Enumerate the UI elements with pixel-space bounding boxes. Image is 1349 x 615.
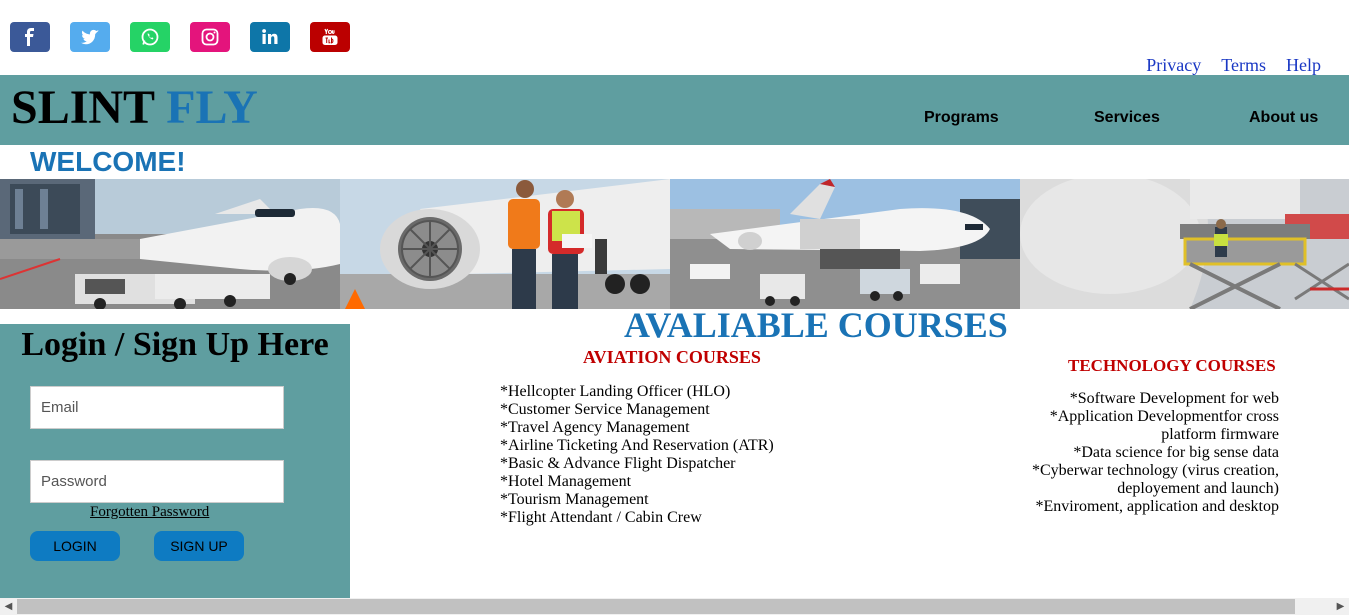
privacy-link[interactable]: Privacy <box>1146 55 1201 76</box>
facebook-button[interactable] <box>10 22 50 52</box>
youtube-icon <box>322 28 338 45</box>
aviation-course-list: *Hellcopter Landing Officer (HLO) *Custo… <box>500 383 774 527</box>
list-item: *Enviroment, application and desktop <box>1035 498 1280 515</box>
banner-image-plane-loading <box>670 179 1020 309</box>
list-item: *Application Developmentfor cross platfo… <box>1049 408 1279 443</box>
login-button[interactable]: LOGIN <box>30 531 120 561</box>
list-item: *Travel Agency Management <box>500 419 690 436</box>
login-panel: Login / Sign Up Here Forgotten Password … <box>0 324 350 598</box>
nav-services[interactable]: Services <box>1094 109 1160 127</box>
banner-image-plane-gate <box>0 179 340 309</box>
logo-part-1: SLINT <box>11 81 155 134</box>
whatsapp-icon <box>141 28 159 46</box>
email-field[interactable] <box>30 386 284 429</box>
aviation-courses-title: AVIATION COURSES <box>583 347 761 367</box>
terms-link[interactable]: Terms <box>1221 55 1266 76</box>
horizontal-scrollbar[interactable]: ◀ ▶ <box>0 598 1349 615</box>
instagram-button[interactable] <box>190 22 230 52</box>
logo-part-2: FLY <box>166 81 258 134</box>
top-links: Privacy Terms Help <box>1146 55 1321 76</box>
courses-title: AVALIABLE COURSES <box>624 305 1008 345</box>
scrollbar-thumb[interactable] <box>17 599 1295 614</box>
linkedin-icon <box>262 29 278 44</box>
scroll-right-icon[interactable]: ▶ <box>1332 598 1349 615</box>
technology-course-list: *Software Development for web *Applicati… <box>1019 390 1279 516</box>
whatsapp-button[interactable] <box>130 22 170 52</box>
list-item: *Data science for big sense data <box>1073 444 1279 461</box>
social-icons <box>10 22 350 52</box>
list-item: *Software Development for web <box>1069 390 1279 407</box>
banner-images <box>0 179 1349 309</box>
welcome-heading: WELCOME! <box>30 146 186 177</box>
login-title: Login / Sign Up Here <box>21 326 329 363</box>
facebook-icon <box>25 28 34 46</box>
site-logo[interactable]: SLINT FLY <box>11 80 258 135</box>
linkedin-button[interactable] <box>250 22 290 52</box>
nav-about-us[interactable]: About us <box>1249 109 1318 127</box>
youtube-button[interactable] <box>310 22 350 52</box>
scroll-left-icon[interactable]: ◀ <box>0 598 17 615</box>
list-item: *Basic & Advance Flight Dispatcher <box>500 455 736 472</box>
instagram-icon <box>201 28 219 46</box>
list-item: *Hellcopter Landing Officer (HLO) <box>500 383 731 400</box>
twitter-button[interactable] <box>70 22 110 52</box>
header-bar: SLINT FLY Programs Services About us <box>0 75 1349 145</box>
signup-button[interactable]: SIGN UP <box>154 531 244 561</box>
list-item: *Airline Ticketing And Reservation (ATR) <box>500 437 774 454</box>
list-item: *Cyberwar technology (virus creation, de… <box>1031 462 1279 497</box>
technology-courses-title: TECHNOLOGY COURSES <box>1068 356 1276 375</box>
list-item: *Hotel Management <box>500 473 632 490</box>
list-item: *Customer Service Management <box>500 401 710 418</box>
forgotten-password-link[interactable]: Forgotten Password <box>90 504 209 521</box>
help-link[interactable]: Help <box>1286 55 1321 76</box>
list-item: *Tourism Management <box>500 491 649 508</box>
password-field[interactable] <box>30 460 284 503</box>
banner-image-engine-workers <box>340 179 670 309</box>
twitter-icon <box>81 29 99 45</box>
nav-programs[interactable]: Programs <box>924 109 999 127</box>
banner-image-cargo-loader <box>1020 179 1349 309</box>
list-item: *Flight Attendant / Cabin Crew <box>500 509 702 526</box>
